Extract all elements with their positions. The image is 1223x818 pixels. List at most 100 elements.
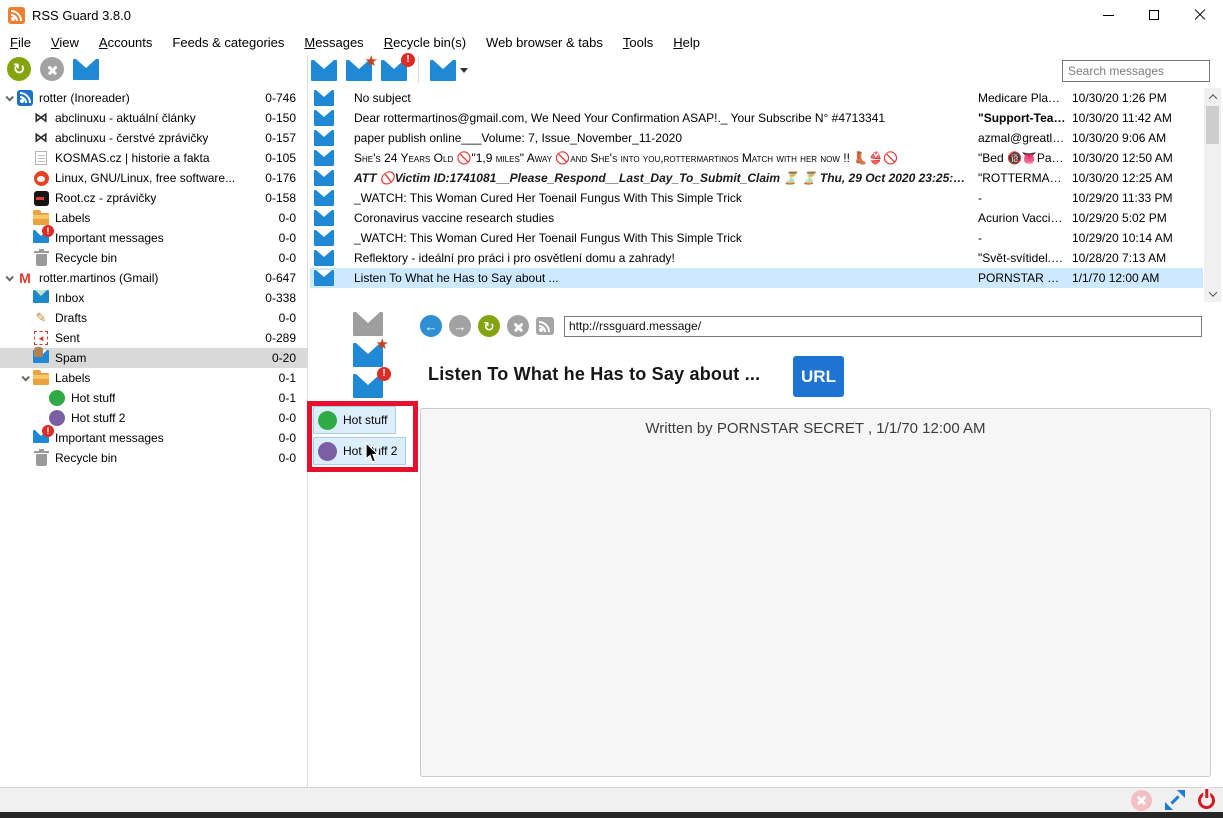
close-button[interactable]	[1177, 0, 1223, 30]
feed-item-sent[interactable]: ◄Sent0-289	[0, 328, 307, 348]
reload-button[interactable]: ↻	[478, 315, 500, 337]
menu-feeds-categories[interactable]: Feeds & categories	[162, 32, 294, 53]
menu-web-browser-tabs[interactable]: Web browser & tabs	[476, 32, 613, 53]
feed-item-linux-gnu-linux-free-software[interactable]: Linux, GNU/Linux, free software...0-176	[0, 168, 307, 188]
menu-view[interactable]: View	[41, 32, 89, 53]
feed-item-rotter-martinos-gmail[interactable]: Mrotter.martinos (Gmail)0-647	[0, 268, 307, 288]
menu-messages[interactable]: Messages	[294, 32, 373, 53]
feed-count: 0-157	[265, 131, 307, 145]
stop-load-button[interactable]	[507, 315, 529, 337]
feed-label: Labels	[55, 371, 90, 385]
quit-button[interactable]	[1198, 792, 1215, 809]
feed-icon-slot: ◄	[32, 331, 50, 345]
feed-icon-slot	[48, 390, 66, 406]
forward-button[interactable]: →	[449, 315, 471, 337]
feed-tree: rotter (Inoreader)0-746⋈abclinuxu - aktu…	[0, 88, 307, 787]
message-sender: "Support-Team" ...	[978, 111, 1066, 125]
feed-item-recycle-bin[interactable]: Recycle bin0-0	[0, 248, 307, 268]
message-sender: "Bed 🔞👅Partne...	[978, 151, 1066, 165]
message-row[interactable]: Dear rottermartinos@gmail.com, We Need Y…	[310, 108, 1203, 128]
feed-item-spam[interactable]: Spam0-20	[0, 348, 307, 368]
message-sender: -	[978, 191, 1066, 205]
toggle-unread-button[interactable]: !	[353, 374, 383, 398]
minimize-button[interactable]	[1085, 0, 1131, 30]
message-row[interactable]: No subjectMedicare Plan <e...10/30/20 1:…	[310, 88, 1203, 108]
sent-icon: ◄	[34, 331, 48, 345]
feed-icon-slot: M	[16, 270, 34, 286]
update-feeds-button[interactable]: ↻	[7, 57, 31, 81]
feed-item-root-cz-zpr-vi-ky[interactable]: Root.cz - zprávičky0-158	[0, 188, 307, 208]
stop-icon	[513, 321, 524, 332]
menu-item-label: Recycle bin(s)	[384, 35, 466, 50]
feed-item-labels[interactable]: Labels0-1	[0, 368, 307, 388]
message-menu-dropdown[interactable]	[430, 60, 468, 81]
menu-item-label: Feeds & categories	[172, 35, 284, 50]
scrollbar-thumb[interactable]	[1206, 106, 1219, 144]
message-row[interactable]: Reflektory - ideální pro práci i pro osv…	[310, 248, 1203, 268]
toggle-read-button[interactable]	[353, 312, 383, 336]
message-row[interactable]: She's 24 Years Old 🚫"1,9 miles" Away 🚫an…	[310, 148, 1203, 168]
menu-tools[interactable]: Tools	[613, 32, 663, 53]
back-button[interactable]: ←	[420, 315, 442, 337]
stop-update-button[interactable]	[40, 57, 64, 81]
message-row[interactable]: _WATCH: This Woman Cured Her Toenail Fun…	[310, 228, 1203, 248]
mark-message-read-button[interactable]	[311, 60, 337, 81]
search-input[interactable]	[1062, 60, 1210, 82]
feed-item-abclinuxu-erstv-zpr-vi-ky[interactable]: ⋈abclinuxu - čerstvé zprávičky0-157	[0, 128, 307, 148]
fullscreen-button[interactable]	[1164, 789, 1186, 811]
menu-item-label: Help	[673, 35, 700, 50]
message-row[interactable]: _WATCH: This Woman Cured Her Toenail Fun…	[310, 188, 1203, 208]
scroll-down-arrow[interactable]	[1204, 285, 1221, 302]
feed-icon-slot	[32, 371, 50, 385]
feed-count: 0-289	[265, 331, 307, 345]
toggle-important-button[interactable]: ★	[353, 343, 383, 367]
feed-count: 0-150	[265, 111, 307, 125]
feed-item-inbox[interactable]: Inbox0-338	[0, 288, 307, 308]
url-button[interactable]: URL	[793, 356, 844, 397]
feed-item-abclinuxu-aktu-ln-l-nky[interactable]: ⋈abclinuxu - aktuální články0-150	[0, 108, 307, 128]
unread-envelope-icon	[314, 210, 334, 229]
window-bottom-edge	[0, 812, 1223, 818]
feed-label: abclinuxu - čerstvé zprávičky	[55, 131, 208, 145]
chevron-down-icon[interactable]	[18, 375, 32, 381]
main-toolbar: ↻ ★ !	[0, 55, 1223, 88]
feed-item-recycle-bin[interactable]: Recycle bin0-0	[0, 448, 307, 468]
feed-item-important-messages[interactable]: !Important messages0-0	[0, 428, 307, 448]
scroll-up-arrow[interactable]	[1204, 88, 1221, 105]
rootcz-icon	[34, 191, 49, 206]
feed-label: rotter.martinos (Gmail)	[39, 271, 158, 285]
message-row[interactable]: paper publish online___Volume: 7, Issue_…	[310, 128, 1203, 148]
exclamation-badge-icon: !	[401, 53, 415, 67]
mark-read-button[interactable]	[73, 59, 99, 80]
message-row[interactable]: Coronavirus vaccine research studiesAcur…	[310, 208, 1203, 228]
message-row[interactable]: Listen To What he Has to Say about ...PO…	[310, 268, 1203, 288]
url-input[interactable]	[564, 316, 1202, 337]
menu-recycle-bin-s[interactable]: Recycle bin(s)	[374, 32, 476, 53]
vertical-splitter[interactable]	[307, 55, 308, 787]
label-chip-hot-stuff-2[interactable]: Hot stuff 2	[313, 437, 406, 465]
menu-item-label: View	[51, 35, 79, 50]
chevron-down-icon[interactable]	[2, 95, 16, 101]
feed-item-rotter-inoreader[interactable]: rotter (Inoreader)0-746	[0, 88, 307, 108]
chevron-down-icon[interactable]	[2, 275, 16, 281]
feed-item-hot-stuff[interactable]: Hot stuff0-1	[0, 388, 307, 408]
label-chip-hot-stuff[interactable]: Hot stuff	[313, 406, 396, 434]
feed-item-kosmas-cz-historie-a-fakta[interactable]: KOSMAS.cz | historie a fakta0-105	[0, 148, 307, 168]
message-row[interactable]: ATT 🚫Victim ID:1741081__Please_Respond__…	[310, 168, 1203, 188]
envelope-icon	[430, 60, 456, 81]
feed-item-important-messages[interactable]: !Important messages0-0	[0, 228, 307, 248]
folder-icon	[33, 213, 49, 225]
mark-important-button[interactable]: ★	[346, 60, 372, 81]
feed-icon-slot	[48, 410, 66, 426]
feed-item-drafts[interactable]: ✎Drafts0-0	[0, 308, 307, 328]
feed-icon-slot: ✎	[32, 310, 50, 326]
maximize-button[interactable]	[1131, 0, 1177, 30]
inbox-icon	[33, 290, 49, 306]
feed-label: Spam	[55, 351, 86, 365]
menu-accounts[interactable]: Accounts	[89, 32, 162, 53]
mark-unread-button[interactable]: !	[381, 60, 407, 81]
message-list-scrollbar[interactable]	[1204, 88, 1221, 302]
menu-help[interactable]: Help	[663, 32, 710, 53]
menu-file[interactable]: File	[0, 32, 41, 53]
feed-label: Important messages	[55, 231, 164, 245]
